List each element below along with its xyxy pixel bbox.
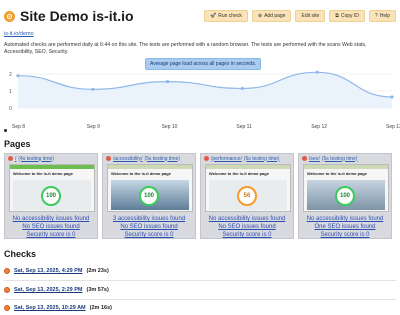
status-dot-icon — [8, 156, 13, 161]
help-icon: ? — [374, 13, 378, 19]
edit-site-button[interactable]: Edit site — [295, 10, 326, 22]
add-page-button[interactable]: ⊕ Add page — [251, 10, 292, 22]
security-score-link[interactable]: Security score is 0 — [201, 231, 293, 239]
page-title: Site Demo is-it.io — [20, 8, 134, 24]
status-dot-icon — [4, 287, 10, 293]
page-path-link[interactable]: /seo/ — [309, 156, 320, 162]
series-area — [18, 72, 392, 108]
data-point — [240, 86, 244, 91]
divider — [4, 299, 396, 300]
x-tick-label: Sep 12 — [311, 124, 327, 130]
site-url-link[interactable]: is-it.io/demo — [4, 31, 34, 37]
security-score-link[interactable]: Security score is 0 — [299, 231, 391, 239]
y-tick-label: 2 — [9, 72, 12, 78]
list-bullet — [4, 129, 7, 132]
score-badge: 100 — [335, 186, 355, 206]
page-meta-link[interactable]: (5s testing time) — [322, 156, 358, 162]
divider — [4, 280, 396, 281]
rocket-icon: 🚀 — [210, 13, 217, 19]
plus-circle-icon: ⊕ — [257, 13, 263, 19]
issue-list: No accessibility issues found No SEO iss… — [201, 215, 293, 239]
check-item[interactable]: Sat, Sep 13, 2025, 2:29 PM (3m 57s) — [4, 287, 109, 293]
page-card[interactable]: /seo/ (5s testing time) Welcome to the i… — [298, 153, 392, 239]
status-dot-icon — [4, 305, 10, 311]
issue-list: No accessibility issues found No SEO iss… — [5, 215, 97, 239]
page-card[interactable]: /accessibility/ (5s testing time) Welcom… — [102, 153, 196, 239]
x-tick-label: Sep 11 — [236, 124, 252, 130]
page-card[interactable]: / (4s testing time) Welcome to the is-it… — [4, 153, 98, 239]
help-button[interactable]: ? Help — [368, 10, 396, 22]
status-dot-icon — [204, 156, 209, 161]
page-meta-link[interactable]: (5s testing time) — [144, 156, 180, 162]
security-score-link[interactable]: Security score is 0 — [103, 231, 195, 239]
data-point — [315, 70, 319, 74]
site-description: Automated checks are performed daily at … — [4, 42, 367, 55]
page-meta-link[interactable]: (6s testing time) — [244, 156, 280, 162]
check-duration: (2m 23s) — [86, 268, 109, 274]
x-tick-label: Sep 8 — [12, 124, 25, 130]
checks-heading: Checks — [4, 249, 37, 259]
status-dot-icon — [106, 156, 111, 161]
data-point — [166, 80, 170, 84]
security-score-link[interactable]: Security score is 0 — [5, 231, 97, 239]
score-badge: 56 — [237, 186, 257, 206]
data-point — [16, 74, 20, 78]
y-tick-label: 1 — [9, 89, 12, 95]
x-tick-label: Sep 9 — [87, 124, 100, 130]
toolbar: 🚀 Run check ⊕ Add page Edit site ⧉ Copy ID … — [204, 10, 396, 22]
check-item[interactable]: Sat, Sep 13, 2025, 4:29 PM (2m 23s) — [4, 268, 109, 274]
page-card[interactable]: /performance/ (6s testing time) Welcome … — [200, 153, 294, 239]
status-dot-icon — [4, 268, 10, 274]
check-duration: (3m 57s) — [86, 287, 109, 293]
page-meta-link[interactable]: (4s testing time) — [18, 156, 54, 162]
issue-list: 3 accessibility issues found No SEO issu… — [103, 215, 195, 239]
page-cards: / (4s testing time) Welcome to the is-it… — [4, 153, 392, 239]
page-path-link[interactable]: / — [15, 156, 16, 162]
copy-id-button[interactable]: ⧉ Copy ID — [329, 10, 365, 22]
chart-title: Average page load across all pages in se… — [145, 58, 262, 70]
site-logo-icon — [4, 10, 15, 22]
accessibility-issues-link[interactable]: No accessibility issues found — [201, 215, 293, 223]
accessibility-issues-link[interactable]: 3 accessibility issues found — [103, 215, 195, 223]
site-header: Site Demo is-it.io — [4, 8, 134, 24]
run-check-button[interactable]: 🚀 Run check — [204, 10, 248, 22]
score-badge: 100 — [41, 186, 61, 206]
check-date-link[interactable]: Sat, Sep 13, 2025, 10:29 AM — [14, 305, 86, 311]
score-badge: 100 — [139, 186, 159, 206]
seo-issues-link[interactable]: No SEO issues found — [103, 223, 195, 231]
seo-issues-link[interactable]: No SEO issues found — [201, 223, 293, 231]
y-tick-label: 0 — [9, 106, 12, 112]
issue-list: No accessibility issues found One SEO is… — [299, 215, 391, 239]
x-tick-label: Sep 13 — [386, 124, 400, 130]
copy-icon: ⧉ — [335, 13, 339, 19]
check-date-link[interactable]: Sat, Sep 13, 2025, 4:29 PM — [14, 268, 82, 274]
check-duration: (2m 16s) — [89, 305, 112, 311]
accessibility-issues-link[interactable]: No accessibility issues found — [299, 215, 391, 223]
data-point — [91, 87, 95, 91]
check-date-link[interactable]: Sat, Sep 13, 2025, 2:29 PM — [14, 287, 82, 293]
seo-issues-link[interactable]: One SEO issues found — [299, 223, 391, 231]
accessibility-issues-link[interactable]: No accessibility issues found — [5, 215, 97, 223]
seo-issues-link[interactable]: No SEO issues found — [5, 223, 97, 231]
data-point — [390, 95, 394, 99]
page-path-link[interactable]: /accessibility/ — [113, 156, 142, 162]
status-dot-icon — [302, 156, 307, 161]
page-path-link[interactable]: /performance/ — [211, 156, 242, 162]
x-tick-label: Sep 10 — [162, 124, 178, 130]
pages-heading: Pages — [4, 139, 31, 149]
check-item[interactable]: Sat, Sep 13, 2025, 10:29 AM (2m 16s) — [4, 305, 112, 311]
